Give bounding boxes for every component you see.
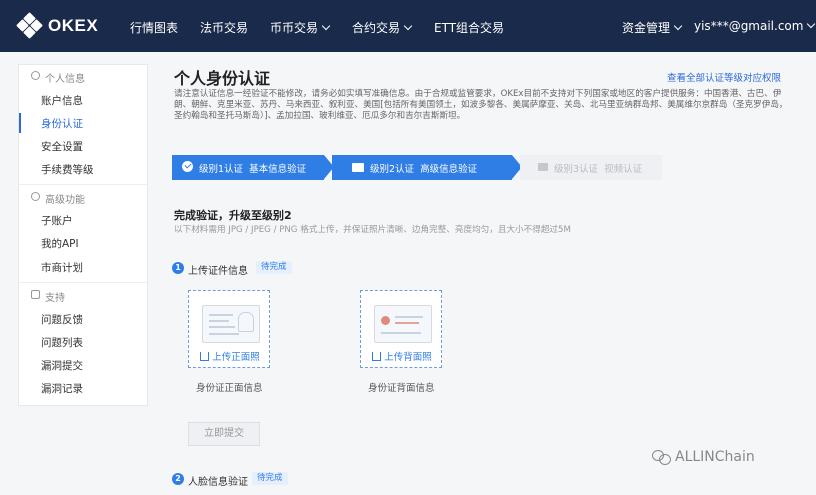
sidebar-divider (19, 184, 147, 185)
chevron-down-icon (807, 19, 816, 29)
sidebar-item-fee-level[interactable]: 手续费等级 (19, 159, 147, 179)
step-2-label: 级别2认证 (370, 164, 415, 175)
watermark-text: ALLINChain (675, 449, 755, 465)
sidebar-item-identity[interactable]: 身份认证 (19, 113, 147, 133)
step-2-desc: 高级信息验证 (420, 164, 478, 175)
status-badge: 待完成 (252, 472, 288, 485)
stage-number-1: 1 (172, 262, 184, 274)
settings-icon (31, 192, 40, 201)
upload-back-box[interactable]: 上传背面照 (360, 290, 442, 368)
sidebar-item-issue-list[interactable]: 问题列表 (19, 332, 147, 352)
sidebar-group-support: 支持 (19, 286, 147, 306)
section-title: 完成验证，升级至级别2 (174, 209, 292, 222)
nav-ett-trading[interactable]: ETT组合交易 (434, 19, 504, 36)
upload-front-caption: 身份证正面信息 (196, 383, 263, 394)
chevron-down-icon (321, 21, 331, 31)
sidebar-group-advanced: 高级功能 (19, 188, 147, 208)
verification-steps: 级别1认证 基本信息验证 级别2认证 高级信息验证 级别3认证 视频认证 (172, 155, 662, 180)
step-level-2: 级别2认证 高级信息验证 (332, 155, 512, 180)
view-all-levels-link[interactable]: 查看全部认证等级对应权限 (667, 70, 781, 84)
sidebar-item-account-info[interactable]: 账户信息 (19, 90, 147, 110)
step-level-1: 级别1认证 基本信息验证 (172, 155, 324, 180)
step-1-desc: 基本信息验证 (249, 164, 307, 175)
step-level-3: 级别3认证 视频认证 (520, 155, 662, 180)
chevron-down-icon (673, 21, 683, 31)
nav-spot-trading[interactable]: 币币交易 (270, 19, 331, 36)
id-card-icon (352, 163, 364, 172)
nav-market-chart[interactable]: 行情图表 (130, 19, 178, 36)
stage-face-verify: 2 人脸信息验证 待完成 (172, 472, 332, 488)
support-icon (31, 290, 40, 299)
step-3-label: 级别3认证 (554, 164, 599, 175)
sidebar-item-security[interactable]: 安全设置 (19, 136, 147, 156)
logo-icon (16, 12, 43, 39)
sidebar-item-bug-submit[interactable]: 漏洞提交 (19, 355, 147, 375)
sidebar-item-sub-account[interactable]: 子账户 (19, 210, 147, 230)
id-card-back-image (374, 305, 432, 343)
status-badge: 待完成 (256, 261, 292, 274)
sidebar-item-market-maker[interactable]: 市商计划 (19, 257, 147, 277)
sidebar-divider (19, 282, 147, 283)
nav-futures-trading[interactable]: 合约交易 (352, 19, 413, 36)
nav-asset-management[interactable]: 资金管理 (622, 19, 683, 36)
sidebar-item-bug-records[interactable]: 漏洞记录 (19, 378, 147, 398)
upload-icon (372, 352, 382, 361)
upload-icon (200, 352, 210, 361)
stage-1-label: 上传证件信息 (188, 266, 248, 277)
wechat-icon (652, 450, 671, 465)
sidebar: 个人信息 账户信息 身份认证 安全设置 手续费等级 高级功能 子账户 我的API… (18, 64, 148, 406)
stage-number-2: 2 (172, 473, 184, 485)
video-icon (538, 163, 548, 171)
sidebar-group-personal: 个人信息 (19, 67, 147, 87)
upload-front-button[interactable]: 上传正面照 (189, 349, 271, 363)
logo-text: OKEX (48, 16, 99, 35)
upload-back-caption: 身份证背面信息 (368, 383, 435, 394)
step-1-label: 级别1认证 (199, 164, 244, 175)
nav-fiat-trading[interactable]: 法币交易 (200, 19, 248, 36)
watermark: ALLINChain (652, 449, 755, 465)
stage-upload-id: 1 上传证件信息 待完成 (172, 261, 332, 277)
sidebar-item-feedback[interactable]: 问题反馈 (19, 309, 147, 329)
okex-logo[interactable]: OKEX (16, 12, 99, 39)
stage-2-label: 人脸信息验证 (188, 477, 248, 488)
account-menu[interactable]: yis***@gmail.com (694, 19, 816, 33)
user-icon (31, 71, 40, 80)
upload-front-box[interactable]: 上传正面照 (188, 290, 270, 368)
section-subtitle: 以下材料需用 JPG / JPEG / PNG 格式上传，并保证照片清晰、边角完… (174, 225, 571, 235)
compliance-notice: 请注意认证信息一经验证不能修改，请务必如实填写准确信息。由于合规或监管要求，OK… (174, 89, 788, 121)
submit-button[interactable]: 立即提交 (188, 422, 260, 446)
sidebar-item-my-api[interactable]: 我的API (19, 233, 147, 253)
step-3-desc: 视频认证 (604, 164, 643, 175)
top-nav-bar: OKEX 行情图表 法币交易 币币交易 合约交易 ETT组合交易 资金管理 yi… (0, 0, 816, 52)
page-title: 个人身份认证 (174, 69, 271, 88)
chevron-down-icon (403, 21, 413, 31)
id-card-front-image (202, 305, 260, 343)
upload-back-button[interactable]: 上传背面照 (361, 349, 443, 363)
